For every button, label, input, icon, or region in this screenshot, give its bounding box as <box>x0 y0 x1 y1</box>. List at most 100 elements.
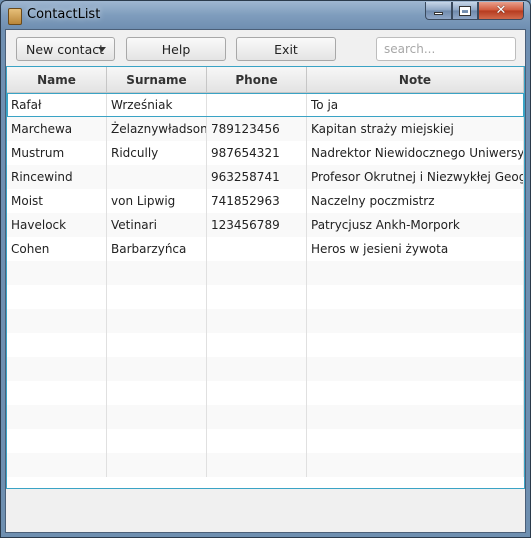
table-cell[interactable] <box>207 261 307 285</box>
minimize-button[interactable] <box>425 2 452 20</box>
column-header-surname[interactable]: Surname <box>107 67 207 92</box>
help-button[interactable]: Help <box>126 37 226 61</box>
table-cell[interactable] <box>307 381 524 405</box>
table-cell[interactable] <box>307 285 524 309</box>
empty-table-row[interactable] <box>7 333 524 357</box>
table-cell[interactable]: von Lipwig <box>107 189 207 213</box>
table-cell[interactable] <box>7 357 107 381</box>
table-cell[interactable] <box>107 381 207 405</box>
table-header: Name Surname Phone Note <box>7 67 524 93</box>
maximize-icon <box>459 5 471 16</box>
table-cell[interactable]: Heros w jesieni żywota <box>307 237 524 261</box>
empty-table-row[interactable] <box>7 381 524 405</box>
table-cell[interactable] <box>107 285 207 309</box>
table-cell[interactable] <box>307 261 524 285</box>
table-cell[interactable]: Patrycjusz Ankh-Morpork <box>307 213 524 237</box>
table-cell[interactable]: Marchewa <box>7 117 107 141</box>
table-cell[interactable]: Cohen <box>7 237 107 261</box>
table-cell[interactable] <box>107 309 207 333</box>
table-cell[interactable] <box>207 357 307 381</box>
table-cell[interactable]: Profesor Okrutnej i Niezwykłej Geografii <box>307 165 524 189</box>
table-cell[interactable] <box>107 429 207 453</box>
table-cell[interactable] <box>7 429 107 453</box>
minimize-icon <box>434 12 443 15</box>
empty-table-row[interactable] <box>7 357 524 381</box>
table-cell[interactable] <box>207 309 307 333</box>
table-cell[interactable] <box>307 453 524 477</box>
table-cell[interactable]: Moist <box>7 189 107 213</box>
table-row[interactable]: Moist von Lipwig 741852963 Naczelny poczmis… <box>7 189 524 213</box>
table-cell[interactable] <box>307 309 524 333</box>
empty-table-row[interactable] <box>7 429 524 453</box>
table-cell[interactable] <box>307 429 524 453</box>
table-cell[interactable] <box>207 429 307 453</box>
table-cell[interactable] <box>107 261 207 285</box>
table-row[interactable]: Cohen Barbarzyńca Heros w jesieni żywota <box>7 237 524 261</box>
table-row[interactable]: Rafał Wrześniak To ja <box>7 93 524 117</box>
table-cell[interactable] <box>107 405 207 429</box>
chevron-down-icon <box>98 47 106 52</box>
table-cell[interactable]: Naczelny poczmistrz <box>307 189 524 213</box>
table-row[interactable]: Rincewind 963258741 Profesor Okrutnej i Ni… <box>7 165 524 189</box>
empty-table-row[interactable] <box>7 405 524 429</box>
empty-table-row[interactable] <box>7 261 524 285</box>
close-button[interactable]: ✕ <box>478 2 524 20</box>
empty-table-row[interactable] <box>7 309 524 333</box>
title-bar[interactable]: ContactList ✕ <box>1 1 530 29</box>
table-cell[interactable] <box>207 93 307 117</box>
table-cell[interactable]: 741852963 <box>207 189 307 213</box>
table-cell[interactable]: To ja <box>307 93 524 117</box>
table-row[interactable]: Mustrum Ridcully 987654321 Nadrektor Niewid… <box>7 141 524 165</box>
column-header-name[interactable]: Name <box>7 67 107 92</box>
column-header-note[interactable]: Note <box>307 67 524 92</box>
table-cell[interactable] <box>107 357 207 381</box>
table-cell[interactable]: 963258741 <box>207 165 307 189</box>
table-cell[interactable]: Ridcully <box>107 141 207 165</box>
table-cell[interactable]: Barbarzyńca <box>107 237 207 261</box>
table-cell[interactable] <box>7 261 107 285</box>
toolbar: New contact Help Exit <box>6 30 525 67</box>
table-cell[interactable]: Wrześniak <box>107 93 207 117</box>
empty-table-row[interactable] <box>7 453 524 477</box>
table-cell[interactable]: 987654321 <box>207 141 307 165</box>
column-header-phone[interactable]: Phone <box>207 67 307 92</box>
table-cell[interactable]: Żelaznywładson <box>107 117 207 141</box>
table-cell[interactable] <box>107 333 207 357</box>
new-contact-button[interactable]: New contact <box>16 37 115 61</box>
app-icon <box>8 8 22 25</box>
table-cell[interactable] <box>207 285 307 309</box>
table-row[interactable]: Marchewa Żelaznywładson 789123456 Kapitan s… <box>7 117 524 141</box>
table-cell[interactable]: Vetinari <box>107 213 207 237</box>
empty-table-row[interactable] <box>7 285 524 309</box>
table-cell[interactable] <box>7 309 107 333</box>
table-cell[interactable] <box>207 453 307 477</box>
table-cell[interactable]: 789123456 <box>207 117 307 141</box>
table-cell[interactable] <box>307 357 524 381</box>
table-cell[interactable] <box>7 333 107 357</box>
table-cell[interactable]: Kapitan straży miejskiej <box>307 117 524 141</box>
exit-button[interactable]: Exit <box>236 37 336 61</box>
table-row[interactable]: Havelock Vetinari 123456789 Patrycjusz Ankh… <box>7 213 524 237</box>
table-cell[interactable] <box>7 453 107 477</box>
search-input[interactable] <box>376 37 516 61</box>
table-cell[interactable] <box>207 237 307 261</box>
table-cell[interactable]: Nadrektor Niewidocznego Uniwersytetu <box>307 141 524 165</box>
table-cell[interactable]: Havelock <box>7 213 107 237</box>
table-cell[interactable] <box>207 381 307 405</box>
table-cell[interactable] <box>207 333 307 357</box>
table-cell[interactable] <box>7 285 107 309</box>
table-cell[interactable]: Mustrum <box>7 141 107 165</box>
table-cell[interactable] <box>107 165 207 189</box>
table-cell[interactable] <box>7 381 107 405</box>
table-cell[interactable] <box>207 405 307 429</box>
table-cell[interactable] <box>7 405 107 429</box>
table-cell[interactable]: Rincewind <box>7 165 107 189</box>
table-cell[interactable] <box>307 405 524 429</box>
table-cell[interactable] <box>107 453 207 477</box>
table-cell[interactable] <box>307 333 524 357</box>
client-area: New contact Help Exit Name Surname Phone… <box>5 29 526 533</box>
contacts-table[interactable]: Name Surname Phone Note Rafał Wrześniak To… <box>6 66 525 489</box>
table-cell[interactable]: 123456789 <box>207 213 307 237</box>
table-cell[interactable]: Rafał <box>7 93 107 117</box>
maximize-button[interactable] <box>452 2 478 20</box>
